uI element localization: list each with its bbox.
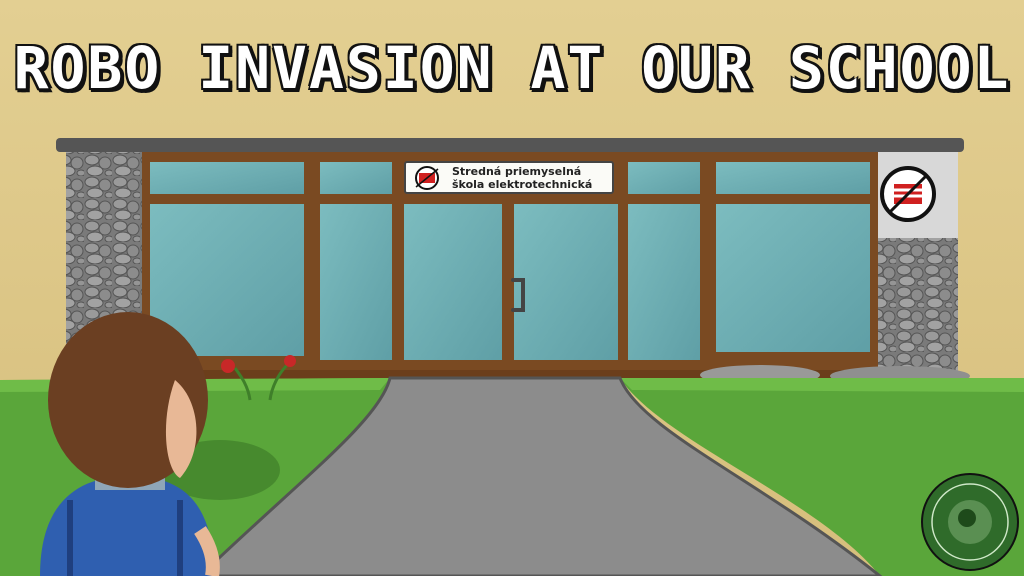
sign-line-2: škola elektrotechnická [452,178,593,191]
university-seal-logo [921,473,1019,571]
school-logo-wall [880,166,936,222]
school-name-sign: Stredná priemyselná škola elektrotechnic… [404,161,614,194]
sign-line-1: Stredná priemyselná [452,165,582,178]
game-title: ROBO INVASION AT OUR SCHOOL [13,34,1011,102]
roof [56,138,964,152]
school-logo-icon [415,166,439,190]
stone-wall-right [876,236,958,380]
